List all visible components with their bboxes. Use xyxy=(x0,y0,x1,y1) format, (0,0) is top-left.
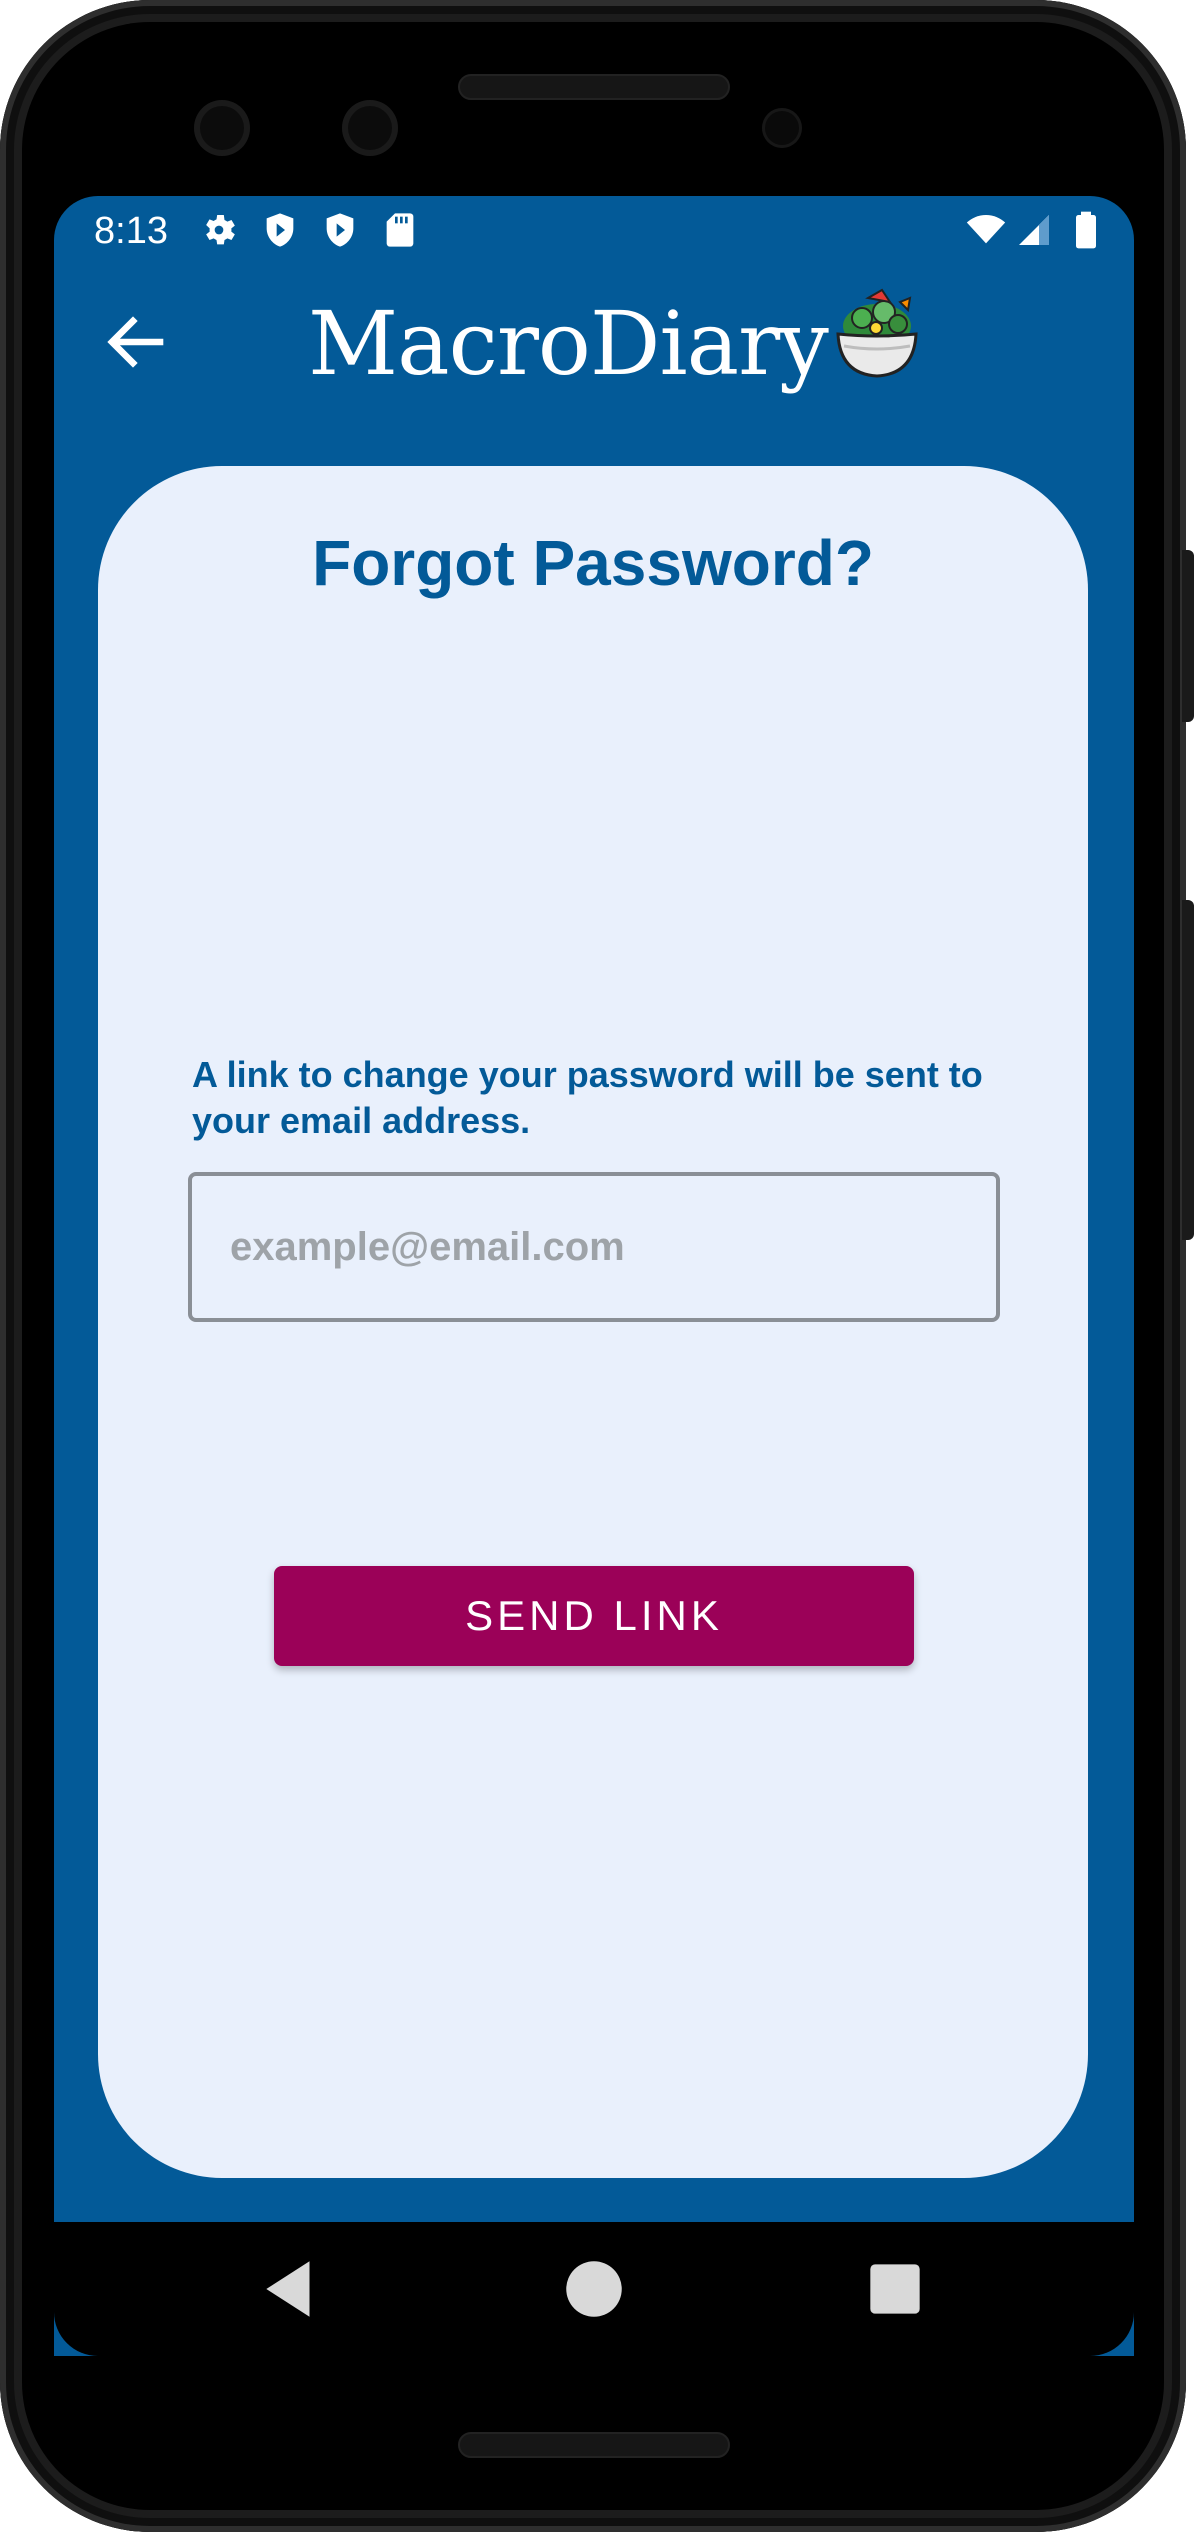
app-title: MacroDiary xyxy=(308,292,829,395)
camera-lens xyxy=(342,100,398,156)
back-triangle-icon[interactable] xyxy=(254,2252,328,2326)
home-circle-icon[interactable] xyxy=(557,2252,631,2326)
wifi-icon xyxy=(966,215,1006,244)
recents-square-icon[interactable] xyxy=(858,2252,932,2326)
app-bar: MacroDiary xyxy=(54,262,1134,402)
salad-bowl-icon xyxy=(836,288,918,378)
instruction-text: A link to change your password will be s… xyxy=(192,1054,983,1141)
forgot-password-card: Forgot Password? A link to change your p… xyxy=(98,466,1088,2178)
shield-play-icon xyxy=(266,213,294,247)
system-nav-bar xyxy=(54,2222,1134,2356)
top-speaker xyxy=(458,74,730,100)
camera-lens xyxy=(194,100,250,156)
email-field[interactable] xyxy=(188,1172,1000,1322)
signal-icon xyxy=(1019,215,1049,245)
proximity-sensor xyxy=(762,108,802,148)
arrow-left-icon[interactable] xyxy=(100,306,172,378)
status-bar: 8:13 xyxy=(54,196,1134,262)
app-screen: 8:13 MacroDiary Forgot Password? A link … xyxy=(54,196,1134,2356)
volume-button xyxy=(1182,900,1194,1240)
bottom-speaker xyxy=(458,2432,730,2458)
page-title: Forgot Password? xyxy=(312,527,874,599)
shield-play-icon xyxy=(326,213,354,247)
gear-icon xyxy=(206,215,235,245)
power-button xyxy=(1182,550,1194,722)
status-time: 8:13 xyxy=(94,210,168,252)
battery-icon xyxy=(1076,211,1096,249)
send-link-button[interactable]: SEND LINK xyxy=(274,1566,914,1666)
sd-card-icon xyxy=(386,213,414,247)
